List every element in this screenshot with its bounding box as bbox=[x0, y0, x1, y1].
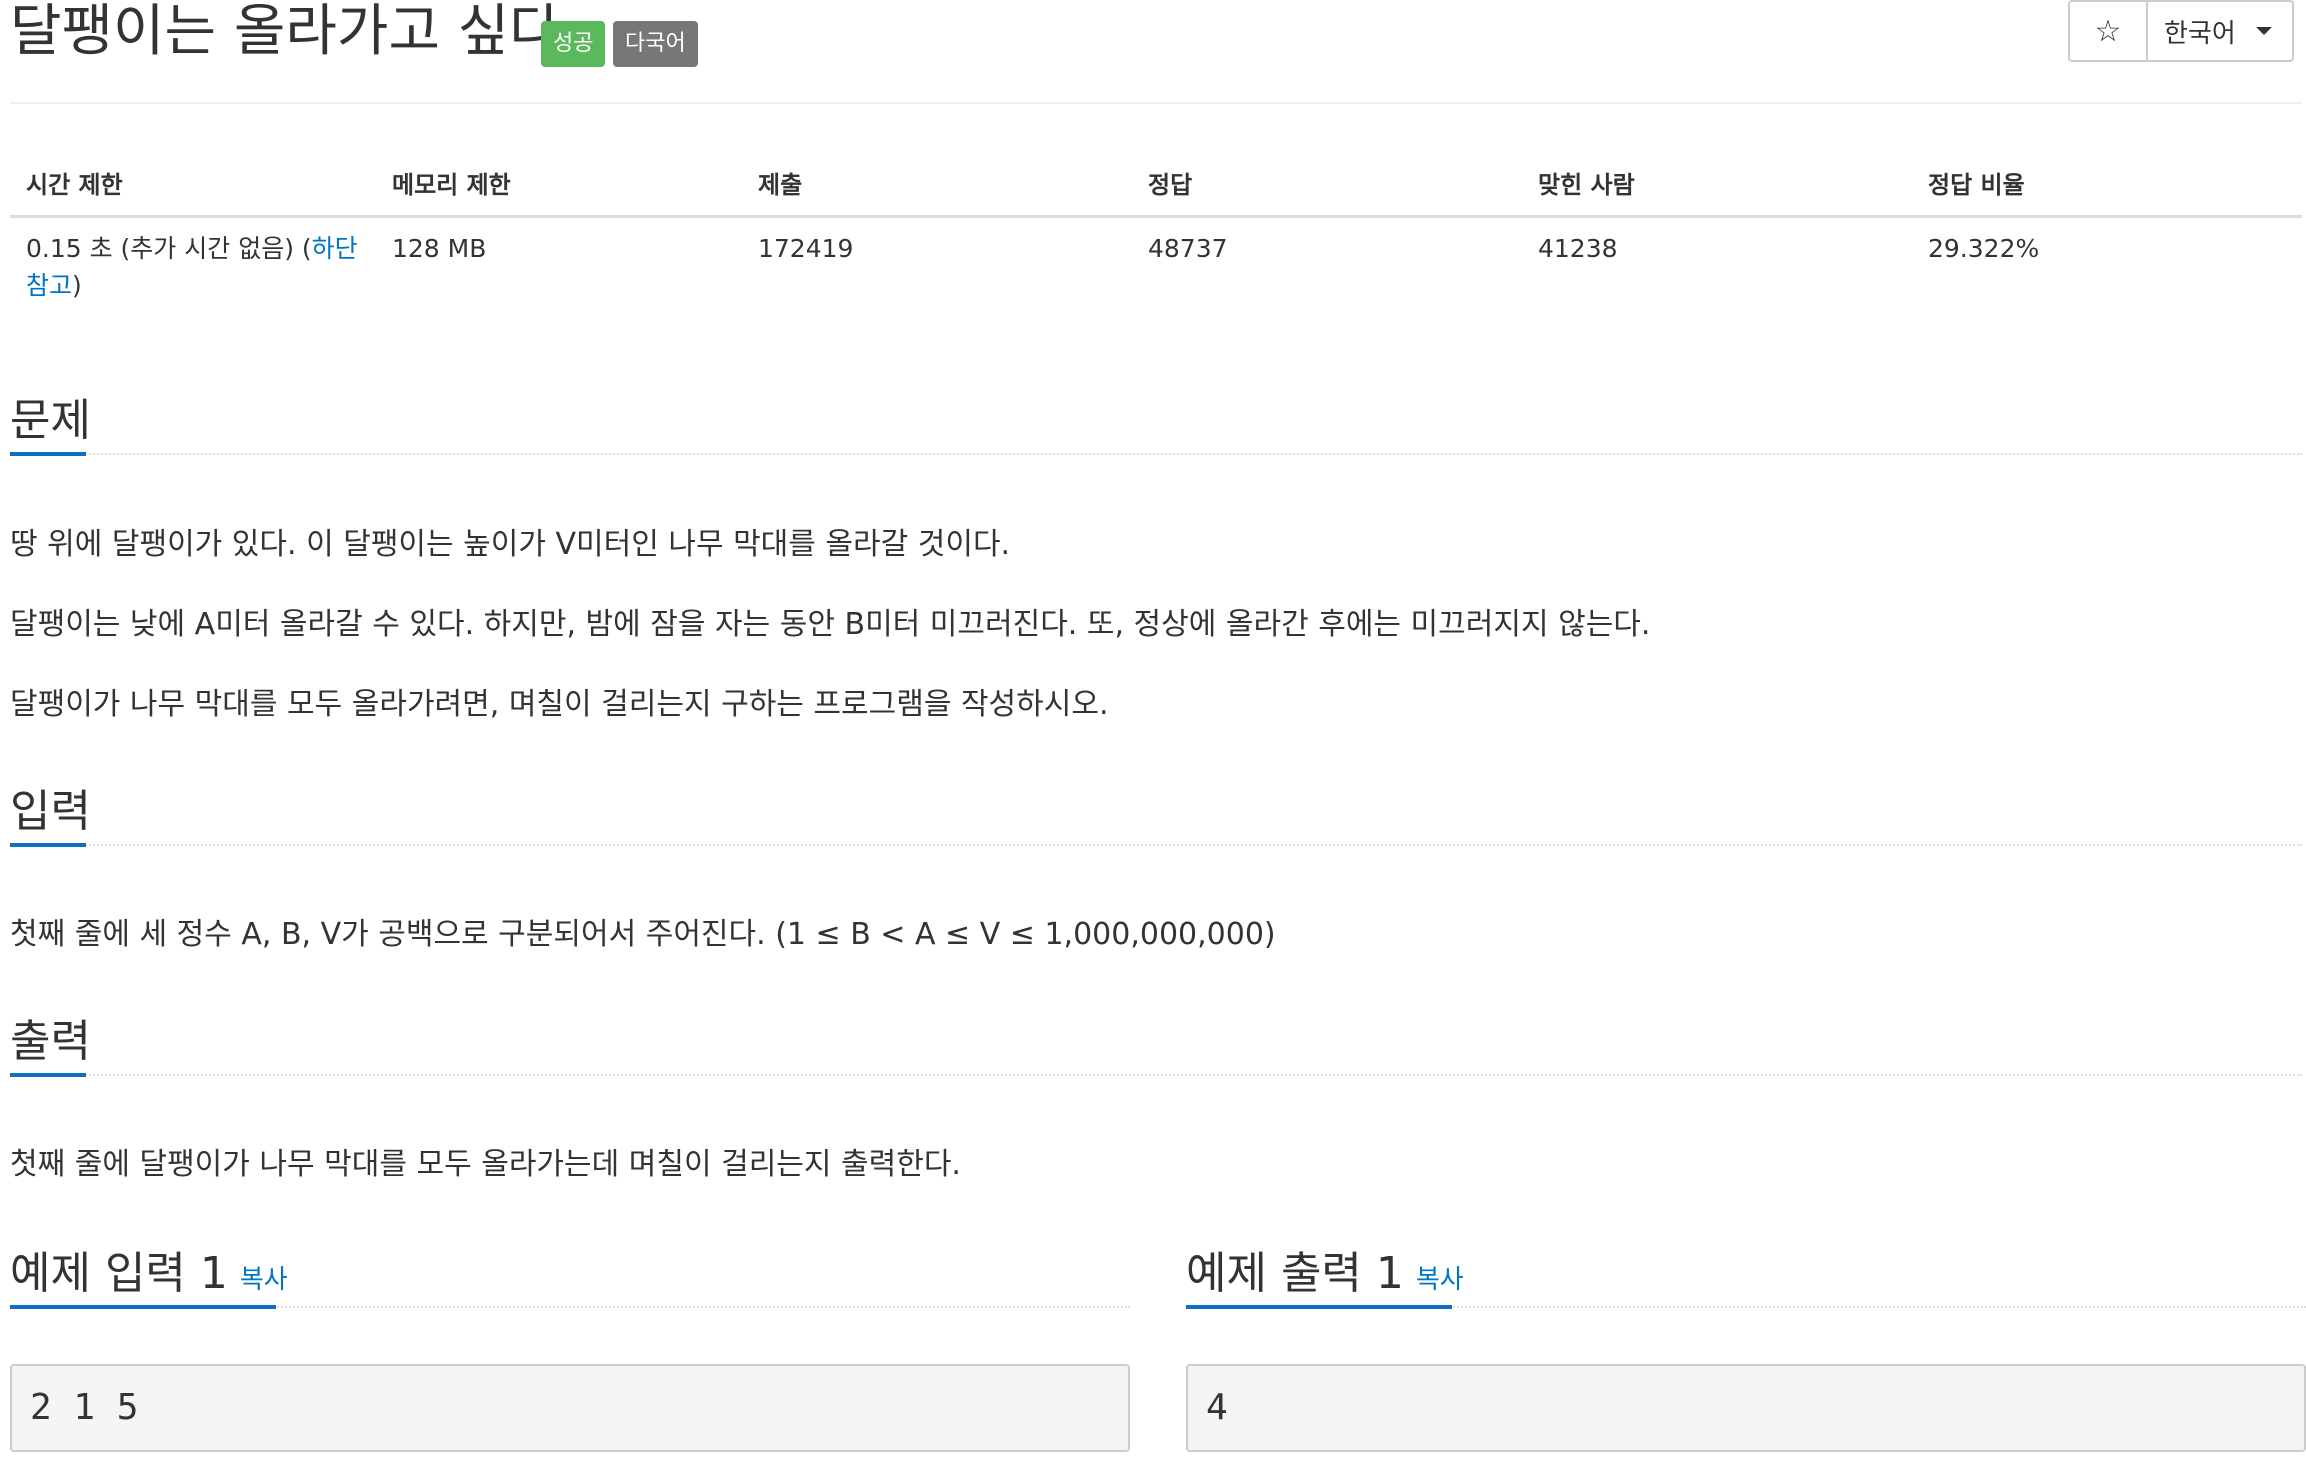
output-section-header: 출력 bbox=[10, 1016, 2302, 1077]
sample-input-box[interactable]: 2 1 5 bbox=[10, 1364, 1130, 1452]
heading-underline bbox=[10, 1305, 276, 1309]
ratio-value: 29.322% bbox=[1928, 233, 2040, 263]
problem-section-header: 문제 bbox=[10, 395, 2302, 456]
sample-input-header: 예제 입력 1 복사 bbox=[10, 1248, 1130, 1309]
problem-header: 달팽이는 올라가고 싶다 성공 다국어 bbox=[10, 0, 2302, 104]
problem-heading: 문제 bbox=[10, 395, 91, 446]
input-section-header: 입력 bbox=[10, 786, 2302, 847]
time-limit-value: 0.15 초 (추가 시간 없음) ( bbox=[26, 233, 312, 263]
header-solvers: 맞힌 사람 bbox=[1522, 150, 1912, 218]
header-time-limit: 시간 제한 bbox=[10, 150, 376, 218]
output-description: 첫째 줄에 달팽이가 나무 막대를 모두 올라가는데 며칠이 걸리는지 출력한다… bbox=[10, 1147, 961, 1182]
header-accepted: 정답 bbox=[1132, 150, 1522, 218]
heading-underline bbox=[10, 843, 86, 847]
sample-input-heading: 예제 입력 1 복사 bbox=[10, 1248, 288, 1306]
header-submissions: 제출 bbox=[742, 150, 1132, 218]
sample-output-heading: 예제 출력 1 복사 bbox=[1186, 1248, 1464, 1306]
accepted-value: 48737 bbox=[1148, 233, 1228, 263]
table-header-row: 시간 제한 메모리 제한 제출 정답 맞힌 사람 정답 비율 bbox=[10, 150, 2302, 218]
input-description: 첫째 줄에 세 정수 A, B, V가 공백으로 구분되어서 주어진다. (1 … bbox=[10, 917, 1276, 952]
solvers-value: 41238 bbox=[1538, 233, 1618, 263]
heading-underline bbox=[1186, 1305, 1452, 1309]
header-button-group: ☆ 한국어 bbox=[2068, 0, 2294, 62]
language-label: 한국어 bbox=[2164, 18, 2236, 49]
problem-line: 땅 위에 달팽이가 있다. 이 달팽이는 높이가 V미터인 나무 막대를 올라갈… bbox=[10, 527, 1011, 562]
output-heading: 출력 bbox=[10, 1016, 91, 1067]
success-badge: 성공 bbox=[541, 21, 606, 67]
multilanguage-badge: 다국어 bbox=[613, 21, 698, 67]
heading-underline bbox=[10, 452, 86, 456]
memory-limit-value: 128 MB bbox=[392, 233, 487, 263]
sample-output-box[interactable]: 4 bbox=[1186, 1364, 2306, 1452]
sample-input-title: 예제 입력 1 bbox=[10, 1248, 228, 1299]
problem-line: 달팽이는 낮에 A미터 올라갈 수 있다. 하지만, 밤에 잠을 자는 동안 B… bbox=[10, 607, 1651, 642]
problem-title: 달팽이는 올라가고 싶다 bbox=[10, 0, 561, 64]
time-limit-cell: 0.15 초 (추가 시간 없음) (하단 참고) bbox=[10, 216, 376, 316]
time-limit-close: ) bbox=[72, 270, 82, 300]
copy-output-button[interactable]: 복사 bbox=[1416, 1265, 1464, 1295]
table-row: 0.15 초 (추가 시간 없음) (하단 참고) 128 MB 172419 … bbox=[10, 216, 2302, 316]
heading-underline bbox=[10, 1073, 86, 1077]
problem-info-table: 시간 제한 메모리 제한 제출 정답 맞힌 사람 정답 비율 0.15 초 (추… bbox=[10, 150, 2302, 316]
input-heading: 입력 bbox=[10, 786, 91, 837]
sample-output-header: 예제 출력 1 복사 bbox=[1186, 1248, 2306, 1309]
star-button[interactable]: ☆ bbox=[2070, 2, 2148, 60]
header-memory-limit: 메모리 제한 bbox=[376, 150, 742, 218]
submissions-value: 172419 bbox=[758, 233, 854, 263]
sample-output-title: 예제 출력 1 bbox=[1186, 1248, 1404, 1299]
copy-input-button[interactable]: 복사 bbox=[240, 1265, 288, 1295]
header-ratio: 정답 비율 bbox=[1912, 150, 2302, 218]
caret-down-icon bbox=[2255, 27, 2272, 35]
language-dropdown[interactable]: 한국어 bbox=[2148, 2, 2292, 60]
problem-line: 달팽이가 나무 막대를 모두 올라가려면, 며칠이 걸리는지 구하는 프로그램을… bbox=[10, 687, 1109, 722]
star-icon: ☆ bbox=[2094, 13, 2122, 49]
